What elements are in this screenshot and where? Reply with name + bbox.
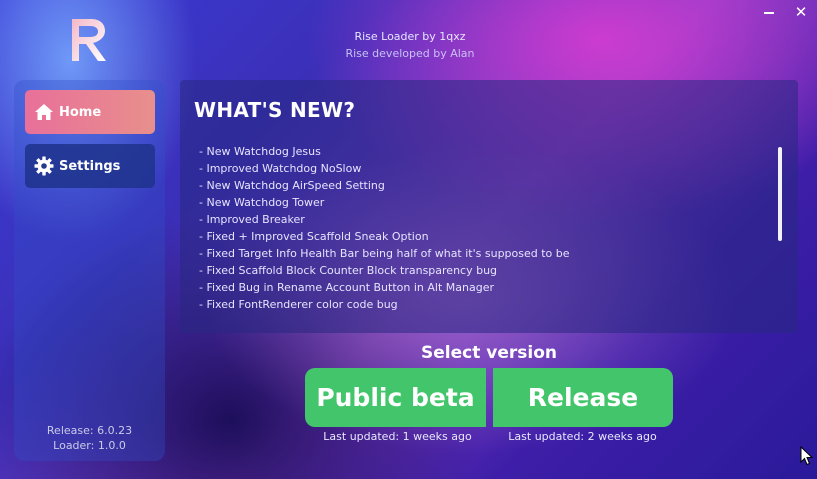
- minimize-button[interactable]: [753, 0, 785, 24]
- scrollbar[interactable]: [778, 147, 782, 241]
- list-item: - Improved Watchdog NoSlow: [199, 162, 362, 175]
- sidebar-item-home[interactable]: Home: [25, 90, 155, 134]
- title-block: Rise Loader by 1qxz Rise developed by Al…: [300, 28, 520, 62]
- release-button[interactable]: Release: [493, 368, 673, 427]
- mouse-cursor-icon: [800, 446, 813, 466]
- list-item: - New Watchdog Jesus: [199, 145, 321, 158]
- sidebar-item-label: Settings: [59, 158, 121, 174]
- whats-new-panel: WHAT'S NEW? - New Watchdog Jesus - Impro…: [180, 80, 798, 333]
- home-icon: [34, 102, 54, 122]
- list-item: - Fixed Scaffold Block Counter Block tra…: [199, 264, 498, 277]
- beta-last-updated: Last updated: 1 weeks ago: [323, 430, 472, 443]
- version-info: Release: 6.0.23 Loader: 1.0.0: [14, 423, 165, 453]
- list-item: - Fixed Target Info Health Bar being hal…: [199, 247, 570, 260]
- rise-logo: [72, 19, 106, 61]
- sidebar-item-label: Home: [59, 104, 102, 120]
- list-item: - Fixed + Improved Scaffold Sneak Option: [199, 230, 429, 243]
- release-last-updated: Last updated: 2 weeks ago: [508, 430, 657, 443]
- close-button[interactable]: ✕: [785, 0, 817, 24]
- gear-icon: [34, 156, 54, 176]
- select-version-label: Select version: [421, 343, 557, 363]
- app-title: Rise Loader by 1qxz: [354, 30, 466, 43]
- close-icon: ✕: [794, 3, 808, 21]
- list-item: - Fixed FontRenderer color code bug: [199, 298, 398, 311]
- public-beta-button[interactable]: Public beta: [305, 368, 486, 427]
- window-controls: ✕: [753, 0, 817, 24]
- changelog-list: - New Watchdog Jesus - Improved Watchdog…: [199, 143, 570, 313]
- list-item: - New Watchdog Tower: [199, 196, 325, 209]
- news-title: WHAT'S NEW?: [194, 98, 356, 122]
- list-item: - Improved Breaker: [199, 213, 305, 226]
- app-subtitle: Rise developed by Alan: [345, 47, 475, 60]
- sidebar: Home Settings Release: 6.0.23 Loader: 1.…: [14, 80, 165, 461]
- minimize-icon: [764, 12, 774, 14]
- loader-version: Loader: 1.0.0: [53, 439, 126, 452]
- list-item: - New Watchdog AirSpeed Setting: [199, 179, 385, 192]
- list-item: - Fixed Bug in Rename Account Button in …: [199, 281, 494, 294]
- release-version: Release: 6.0.23: [46, 424, 133, 437]
- sidebar-item-settings[interactable]: Settings: [25, 144, 155, 188]
